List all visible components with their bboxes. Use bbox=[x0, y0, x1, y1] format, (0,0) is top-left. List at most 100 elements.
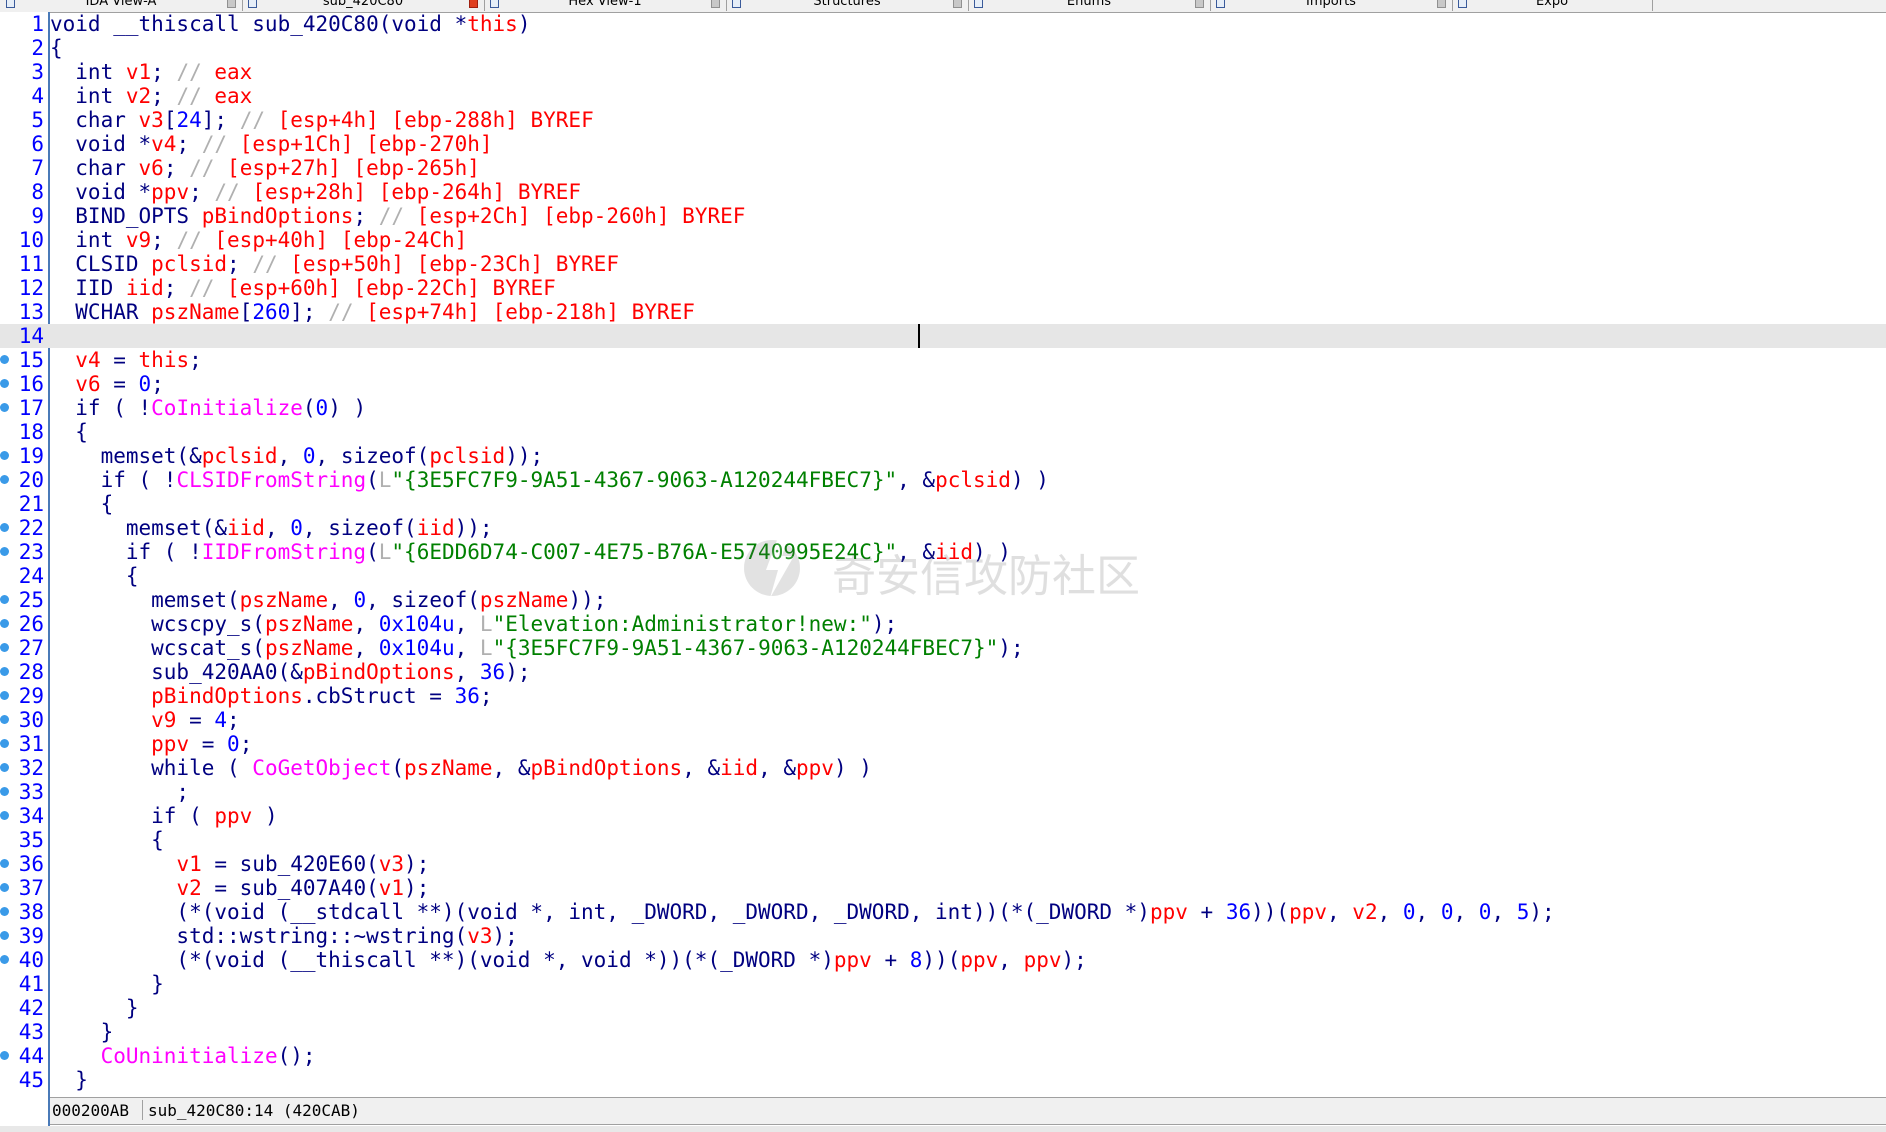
code-text[interactable]: v1 = sub_420E60(v3); bbox=[50, 852, 429, 876]
code-text[interactable]: memset(pszName, 0, sizeof(pszName)); bbox=[50, 588, 606, 612]
code-text[interactable]: BIND_OPTS pBindOptions; // [esp+2Ch] [eb… bbox=[50, 204, 745, 228]
tab-exports[interactable]: Expo bbox=[1452, 0, 1653, 11]
code-text[interactable]: } bbox=[50, 972, 164, 996]
code-text[interactable]: (*(void (__thiscall **)(void *, void *))… bbox=[50, 948, 1086, 972]
code-text[interactable]: void *v4; // [esp+1Ch] [ebp-270h] bbox=[50, 132, 492, 156]
code-text[interactable]: { bbox=[50, 420, 88, 444]
tab-ida-view-a[interactable]: IDA View-A bbox=[0, 0, 243, 11]
code-text[interactable]: pBindOptions.cbStruct = 36; bbox=[50, 684, 492, 708]
code-text[interactable]: (*(void (__stdcall **)(void *, int, _DWO… bbox=[50, 900, 1554, 924]
code-line[interactable]: 15 v4 = this; bbox=[0, 348, 1886, 372]
code-line[interactable]: 31 ppv = 0; bbox=[0, 732, 1886, 756]
code-line[interactable]: 10 int v9; // [esp+40h] [ebp-24Ch] bbox=[0, 228, 1886, 252]
code-line[interactable]: 13 WCHAR pszName[260]; // [esp+74h] [ebp… bbox=[0, 300, 1886, 324]
code-text[interactable]: } bbox=[50, 996, 139, 1020]
tab-close-icon[interactable] bbox=[953, 0, 962, 8]
code-text[interactable]: void __thiscall sub_420C80(void *this) bbox=[50, 12, 530, 36]
code-text[interactable]: { bbox=[50, 564, 139, 588]
code-text[interactable]: memset(&pclsid, 0, sizeof(pclsid)); bbox=[50, 444, 544, 468]
code-line[interactable]: 1 void __thiscall sub_420C80(void *this) bbox=[0, 12, 1886, 36]
code-text[interactable]: if ( ppv ) bbox=[50, 804, 277, 828]
code-text[interactable]: { bbox=[50, 36, 63, 60]
code-line[interactable]: 5 char v3[24]; // [esp+4h] [ebp-288h] BY… bbox=[0, 108, 1886, 132]
code-line[interactable]: 45 } bbox=[0, 1068, 1886, 1092]
code-text[interactable]: void *ppv; // [esp+28h] [ebp-264h] BYREF bbox=[50, 180, 581, 204]
code-line[interactable]: 38 (*(void (__stdcall **)(void *, int, _… bbox=[0, 900, 1886, 924]
line-number: 24 bbox=[18, 564, 44, 588]
code-line[interactable]: 3 int v1; // eax bbox=[0, 60, 1886, 84]
code-text[interactable]: int v2; // eax bbox=[50, 84, 252, 108]
code-line[interactable]: 14 bbox=[0, 324, 1886, 348]
tab-close-icon[interactable] bbox=[1195, 0, 1204, 8]
code-line[interactable]: 2{ bbox=[0, 36, 1886, 60]
code-line[interactable]: 40 (*(void (__thiscall **)(void *, void … bbox=[0, 948, 1886, 972]
code-line[interactable]: 11 CLSID pclsid; // [esp+50h] [ebp-23Ch]… bbox=[0, 252, 1886, 276]
code-line[interactable]: 19 memset(&pclsid, 0, sizeof(pclsid)); bbox=[0, 444, 1886, 468]
code-line[interactable]: 21 { bbox=[0, 492, 1886, 516]
code-text[interactable]: } bbox=[50, 1020, 114, 1044]
code-text[interactable]: wcscat_s(pszName, 0x104u, L"{3E5FC7F9-9A… bbox=[50, 636, 1023, 660]
code-text[interactable]: CLSID pclsid; // [esp+50h] [ebp-23Ch] BY… bbox=[50, 252, 619, 276]
code-text[interactable]: int v9; // [esp+40h] [ebp-24Ch] bbox=[50, 228, 467, 252]
code-token: 0 bbox=[1402, 900, 1416, 924]
code-line[interactable]: 18 { bbox=[0, 420, 1886, 444]
code-line[interactable]: 8 void *ppv; // [esp+28h] [ebp-264h] BYR… bbox=[0, 180, 1886, 204]
tab-close-icon[interactable] bbox=[469, 0, 478, 8]
code-line[interactable]: 28 sub_420AA0(&pBindOptions, 36); bbox=[0, 660, 1886, 684]
tab-enums[interactable]: Enums bbox=[968, 0, 1211, 11]
code-line[interactable]: 42 } bbox=[0, 996, 1886, 1020]
code-line[interactable]: 26 wcscpy_s(pszName, 0x104u, L"Elevation… bbox=[0, 612, 1886, 636]
code-line[interactable]: 7 char v6; // [esp+27h] [ebp-265h] bbox=[0, 156, 1886, 180]
code-text[interactable]: v4 = this; bbox=[50, 348, 201, 372]
code-line[interactable]: 27 wcscat_s(pszName, 0x104u, L"{3E5FC7F9… bbox=[0, 636, 1886, 660]
code-text[interactable]: ; bbox=[50, 780, 189, 804]
code-line[interactable]: 44 CoUninitialize(); bbox=[0, 1044, 1886, 1068]
tab-close-icon[interactable] bbox=[1437, 0, 1446, 8]
code-text[interactable]: if ( !CLSIDFromString(L"{3E5FC7F9-9A51-4… bbox=[50, 468, 1049, 492]
code-line[interactable]: 16 v6 = 0; bbox=[0, 372, 1886, 396]
horizontal-scrollbar[interactable] bbox=[0, 1126, 1886, 1132]
code-text[interactable]: sub_420AA0(&pBindOptions, 36); bbox=[50, 660, 530, 684]
code-line[interactable]: 6 void *v4; // [esp+1Ch] [ebp-270h] bbox=[0, 132, 1886, 156]
code-text[interactable]: char v6; // [esp+27h] [ebp-265h] bbox=[50, 156, 480, 180]
code-line[interactable]: 36 v1 = sub_420E60(v3); bbox=[0, 852, 1886, 876]
code-text[interactable]: ppv = 0; bbox=[50, 732, 252, 756]
tab-structures[interactable]: Structures bbox=[726, 0, 969, 11]
code-text[interactable]: { bbox=[50, 492, 114, 516]
code-line[interactable]: 37 v2 = sub_407A40(v1); bbox=[0, 876, 1886, 900]
code-text[interactable]: WCHAR pszName[260]; // [esp+74h] [ebp-21… bbox=[50, 300, 695, 324]
code-line[interactable]: 9 BIND_OPTS pBindOptions; // [esp+2Ch] [… bbox=[0, 204, 1886, 228]
tab-close-icon[interactable] bbox=[227, 0, 236, 8]
code-line[interactable]: 35 { bbox=[0, 828, 1886, 852]
code-text[interactable]: int v1; // eax bbox=[50, 60, 252, 84]
code-text[interactable]: if ( !CoInitialize(0) ) bbox=[50, 396, 366, 420]
code-line[interactable]: 30 v9 = 4; bbox=[0, 708, 1886, 732]
code-text[interactable]: v6 = 0; bbox=[50, 372, 164, 396]
code-line[interactable]: 41 } bbox=[0, 972, 1886, 996]
code-line[interactable]: 29 pBindOptions.cbStruct = 36; bbox=[0, 684, 1886, 708]
code-line[interactable]: 39 std::wstring::~wstring(v3); bbox=[0, 924, 1886, 948]
code-text[interactable]: memset(&iid, 0, sizeof(iid)); bbox=[50, 516, 493, 540]
tab-pseudocode[interactable]: sub_420C80 bbox=[242, 0, 485, 11]
code-line[interactable]: 34 if ( ppv ) bbox=[0, 804, 1886, 828]
code-text[interactable]: wcscpy_s(pszName, 0x104u, L"Elevation:Ad… bbox=[50, 612, 897, 636]
code-text[interactable]: { bbox=[50, 828, 164, 852]
code-line[interactable]: 43 } bbox=[0, 1020, 1886, 1044]
code-line[interactable]: 17 if ( !CoInitialize(0) ) bbox=[0, 396, 1886, 420]
code-line[interactable]: 12 IID iid; // [esp+60h] [ebp-22Ch] BYRE… bbox=[0, 276, 1886, 300]
tab-imports[interactable]: Imports bbox=[1210, 0, 1453, 11]
code-text[interactable]: IID iid; // [esp+60h] [ebp-22Ch] BYREF bbox=[50, 276, 555, 300]
code-text[interactable]: while ( CoGetObject(pszName, &pBindOptio… bbox=[50, 756, 872, 780]
code-text[interactable]: v9 = 4; bbox=[50, 708, 240, 732]
code-text[interactable]: char v3[24]; // [esp+4h] [ebp-288h] BYRE… bbox=[50, 108, 593, 132]
tab-hex-view[interactable]: Hex View-1 bbox=[484, 0, 727, 11]
code-line[interactable]: 33 ; bbox=[0, 780, 1886, 804]
code-text[interactable]: } bbox=[50, 1068, 88, 1092]
code-text[interactable]: v2 = sub_407A40(v1); bbox=[50, 876, 429, 900]
code-text[interactable]: CoUninitialize(); bbox=[50, 1044, 316, 1068]
code-line[interactable]: 32 while ( CoGetObject(pszName, &pBindOp… bbox=[0, 756, 1886, 780]
code-line[interactable]: 20 if ( !CLSIDFromString(L"{3E5FC7F9-9A5… bbox=[0, 468, 1886, 492]
code-line[interactable]: 4 int v2; // eax bbox=[0, 84, 1886, 108]
code-text[interactable]: std::wstring::~wstring(v3); bbox=[50, 924, 517, 948]
tab-close-icon[interactable] bbox=[711, 0, 720, 8]
